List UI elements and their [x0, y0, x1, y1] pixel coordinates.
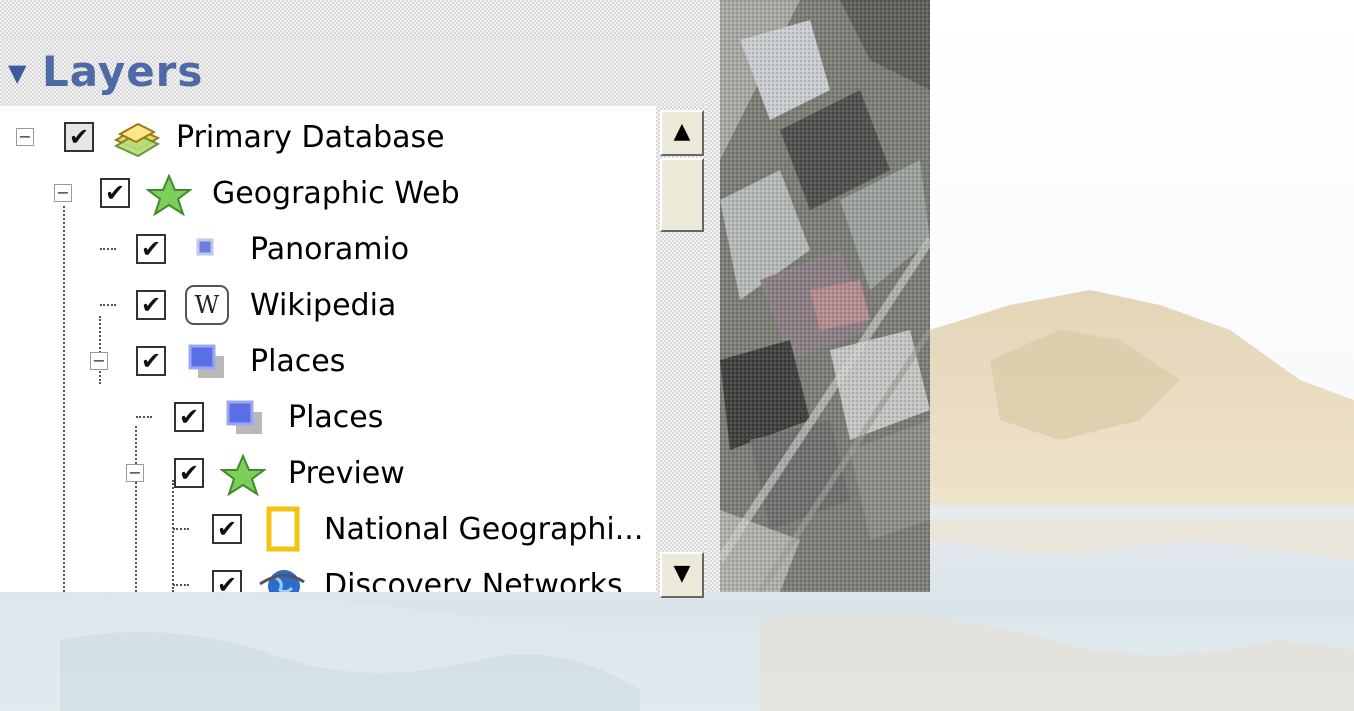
layers-tree: − ✔ Primary Database − ✔ Geographic Web … — [0, 106, 656, 592]
collapse-toggle[interactable]: − — [90, 352, 108, 370]
tree-item-label: Preview — [288, 456, 405, 491]
tree-connector-line — [100, 248, 116, 250]
tree-item-primary-database[interactable]: − ✔ Primary Database — [0, 112, 656, 168]
tree-item-preview[interactable]: − ✔ Preview — [0, 448, 656, 504]
tree-item-panoramio[interactable]: ✔ Panoramio — [0, 224, 656, 280]
layer-checkbox[interactable]: ✔ — [212, 570, 242, 592]
star-icon — [146, 174, 192, 216]
layer-checkbox[interactable]: ✔ — [136, 346, 166, 376]
layers-panel-title: Layers — [42, 47, 204, 96]
square-icon — [196, 238, 214, 256]
tree-item-label: Geographic Web — [212, 176, 460, 211]
panel-right-border — [706, 38, 720, 591]
panel-top-chrome — [0, 0, 720, 38]
tree-item-geographic-web[interactable]: − ✔ Geographic Web — [0, 168, 656, 224]
layer-checkbox[interactable]: ✔ — [100, 178, 130, 208]
tree-item-label: National Geographi... — [324, 512, 644, 547]
natgeo-icon — [266, 506, 300, 552]
tree-item-label: Wikipedia — [250, 288, 397, 323]
collapse-toggle[interactable]: − — [16, 128, 34, 146]
tree-connector-line — [173, 584, 189, 586]
scrollbar-thumb[interactable] — [660, 158, 704, 232]
layer-checkbox[interactable]: ✔ — [212, 514, 242, 544]
tree-item-places-child[interactable]: ✔ Places — [0, 392, 656, 448]
wikipedia-icon: W — [185, 285, 229, 325]
collapse-toggle[interactable]: − — [126, 464, 144, 482]
layer-checkbox[interactable]: ✔ — [64, 122, 94, 152]
collapse-toggle[interactable]: − — [54, 184, 72, 202]
scroll-down-button[interactable]: ▼ — [660, 552, 704, 598]
scroll-up-button[interactable]: ▲ — [660, 110, 704, 156]
layer-checkbox[interactable]: ✔ — [136, 234, 166, 264]
tree-item-label: Primary Database — [176, 120, 445, 155]
tree-item-places[interactable]: − ✔ Places — [0, 336, 656, 392]
star-icon — [220, 454, 266, 496]
tree-connector-line — [100, 304, 116, 306]
tree-item-national-geographic[interactable]: ✔ National Geographi... — [0, 504, 656, 560]
places-icon — [226, 400, 262, 434]
collapse-triangle-icon[interactable]: ▼ — [8, 59, 26, 87]
svg-text:W: W — [195, 291, 220, 319]
tree-item-wikipedia[interactable]: ✔ W Wikipedia — [0, 280, 656, 336]
layer-checkbox[interactable]: ✔ — [136, 290, 166, 320]
tree-item-label: Places — [250, 344, 346, 379]
database-icon — [113, 122, 161, 158]
tree-item-label: Places — [288, 400, 384, 435]
tree-scrollbar[interactable]: ▲ ▼ — [656, 106, 706, 598]
satellite-map-view[interactable] — [720, 0, 930, 592]
layer-checkbox[interactable]: ✔ — [174, 402, 204, 432]
globe-icon — [259, 570, 305, 592]
tree-connector-line — [136, 416, 152, 418]
tree-item-label: Panoramio — [250, 232, 410, 267]
layers-panel-header[interactable]: ▼ Layers — [0, 38, 706, 107]
tree-item-label: Discovery Networks — [324, 568, 623, 592]
places-icon — [188, 344, 224, 378]
layer-checkbox[interactable]: ✔ — [174, 458, 204, 488]
tree-connector-line — [173, 528, 189, 530]
tree-item-discovery-networks[interactable]: ✔ Discovery Networks — [0, 560, 656, 592]
